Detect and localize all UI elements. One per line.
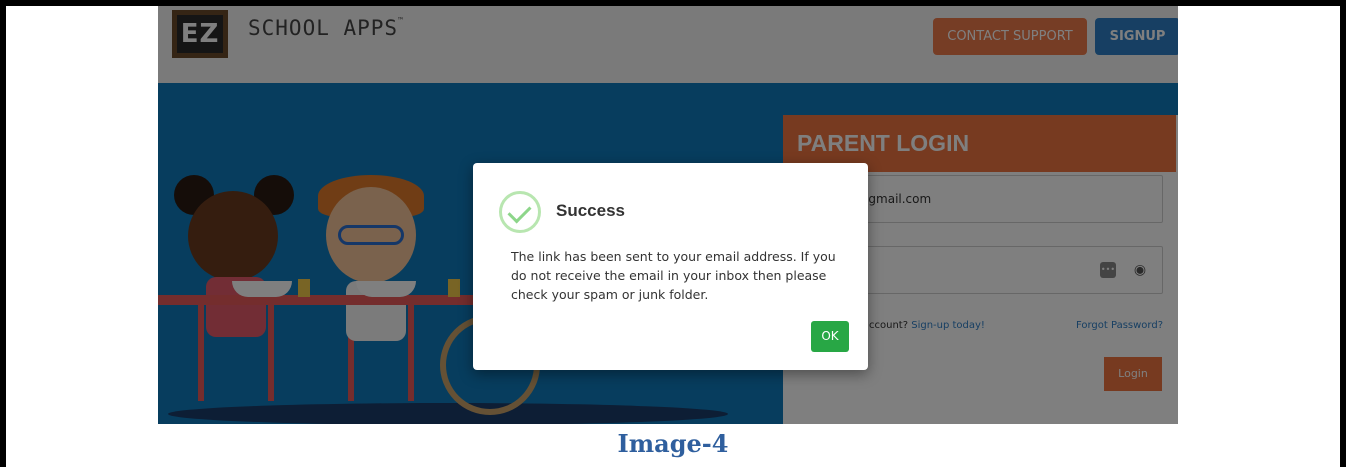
image-caption: Image-4 [617, 429, 729, 458]
dialog-message: The link has been sent to your email add… [511, 249, 836, 302]
dialog-title: Success [556, 201, 625, 220]
success-dialog: Success The link has been sent to your e… [473, 163, 868, 370]
success-check-icon [499, 191, 541, 233]
ok-button[interactable]: OK [811, 321, 849, 352]
check-mark [507, 199, 532, 224]
app-screenshot: EZ SCHOOL APPS™ CONTACT SUPPORT SIGNUP P… [158, 6, 1178, 424]
